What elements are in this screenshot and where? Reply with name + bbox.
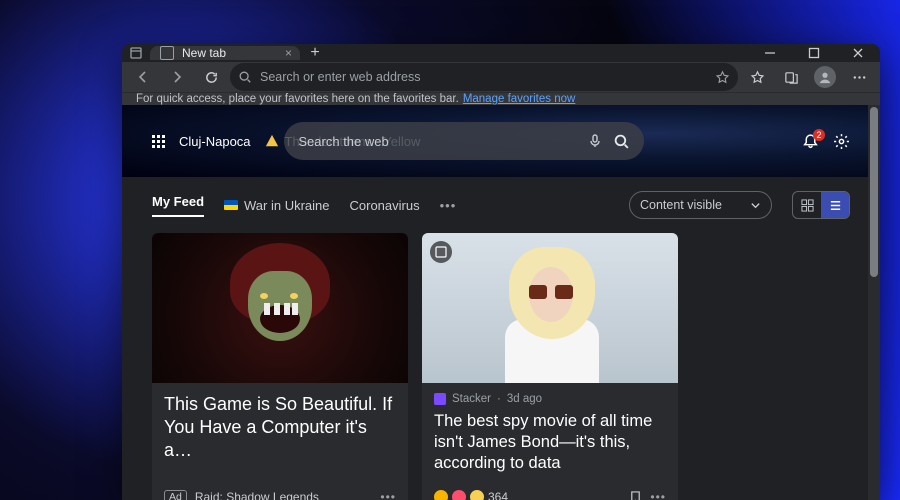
settings-icon[interactable] [833,133,850,150]
feed-topic-ukraine[interactable]: War in Ukraine [224,198,329,213]
card-footer: Ad Raid: Shadow Legends ••• [152,482,408,500]
content-visibility-dropdown[interactable]: Content visible [629,191,772,219]
tab-close-button[interactable]: × [285,46,292,60]
toolbar: Search or enter web address [122,62,880,92]
notifications-button[interactable]: 2 [802,133,819,150]
feed-more-topics[interactable]: ••• [440,198,457,213]
tab-favicon-icon [160,46,174,60]
tab-title: New tab [182,46,226,60]
new-tab-button[interactable]: + [300,44,330,62]
card-more-icon[interactable]: ••• [650,490,666,500]
search-submit-icon[interactable] [613,133,630,150]
page-content: Cluj-Napoca Thunderstorms · Yellow Searc… [122,105,880,500]
hero-search-placeholder: Search the web [298,134,577,149]
layout-list-button[interactable] [821,192,849,218]
reactions[interactable]: 364 [434,490,508,500]
source-icon [434,393,446,405]
browser-window: New tab × + Search or e [122,44,880,500]
search-icon [238,70,252,84]
favorites-bar: For quick access, place your favorites h… [122,92,880,105]
favorites-star-icon[interactable] [715,70,730,85]
notification-badge: 2 [813,129,825,141]
hero-bar: Cluj-Napoca Thunderstorms · Yellow Searc… [122,105,880,177]
close-window-button[interactable] [836,44,880,62]
feed-topic-coronavirus[interactable]: Coronavirus [350,198,420,213]
profile-avatar[interactable] [814,66,836,88]
weather-warning-icon [265,134,279,148]
maximize-button[interactable] [792,44,836,62]
menu-button[interactable] [844,62,874,92]
titlebar: New tab × + [122,44,880,62]
refresh-button[interactable] [196,62,226,92]
feed-card[interactable]: Stacker · 3d ago The best spy movie of a… [422,233,678,500]
card-more-icon[interactable]: ••• [380,490,396,500]
feed-header: My Feed War in Ukraine Coronavirus ••• C… [152,191,850,219]
reaction-count: 364 [488,490,508,500]
save-card-icon[interactable] [430,241,452,263]
card-image [152,233,408,383]
ukraine-flag-icon [224,200,238,210]
reaction-like-icon [434,490,448,500]
manage-favorites-link[interactable]: Manage favorites now [463,93,576,105]
feed-card[interactable]: This Game is So Beautiful. If You Have a… [152,233,408,500]
reaction-wow-icon [470,490,484,500]
scrollbar-thumb[interactable] [870,107,878,277]
ad-badge: Ad [164,490,187,500]
voice-search-icon[interactable] [587,133,603,149]
layout-grid-button[interactable] [793,192,821,218]
card-time: 3d ago [507,393,542,405]
favorites-button[interactable] [742,62,772,92]
collections-button[interactable] [776,62,806,92]
address-bar-placeholder: Search or enter web address [260,70,707,84]
card-image [422,233,678,383]
back-button[interactable] [128,62,158,92]
tabs-overview-icon[interactable] [122,47,150,59]
card-source: Raid: Shadow Legends [195,490,319,500]
card-source: Stacker [452,393,491,405]
chevron-down-icon [750,200,761,211]
layout-toggle [792,191,850,219]
feed-tab-myfeed[interactable]: My Feed [152,194,204,217]
browser-tab[interactable]: New tab × [150,46,300,60]
location-label[interactable]: Cluj-Napoca [179,134,251,149]
card-footer: 364 ••• [422,482,678,500]
scrollbar-track[interactable] [868,105,880,500]
reaction-love-icon [452,490,466,500]
card-headline: This Game is So Beautiful. If You Have a… [164,393,396,462]
address-bar[interactable]: Search or enter web address [230,63,738,91]
bookmark-icon[interactable] [629,491,642,500]
hero-search-box[interactable]: Search the web [284,122,644,160]
forward-button[interactable] [162,62,192,92]
minimize-button[interactable] [748,44,792,62]
orc-illustration [220,243,340,373]
feed-cards: This Game is So Beautiful. If You Have a… [152,233,850,500]
woman-illustration [475,243,625,383]
apps-grid-icon[interactable] [152,135,165,148]
card-headline: The best spy movie of all time isn't Jam… [434,411,666,474]
favorites-hint-text: For quick access, place your favorites h… [136,93,459,105]
feed-section: My Feed War in Ukraine Coronavirus ••• C… [122,177,880,500]
